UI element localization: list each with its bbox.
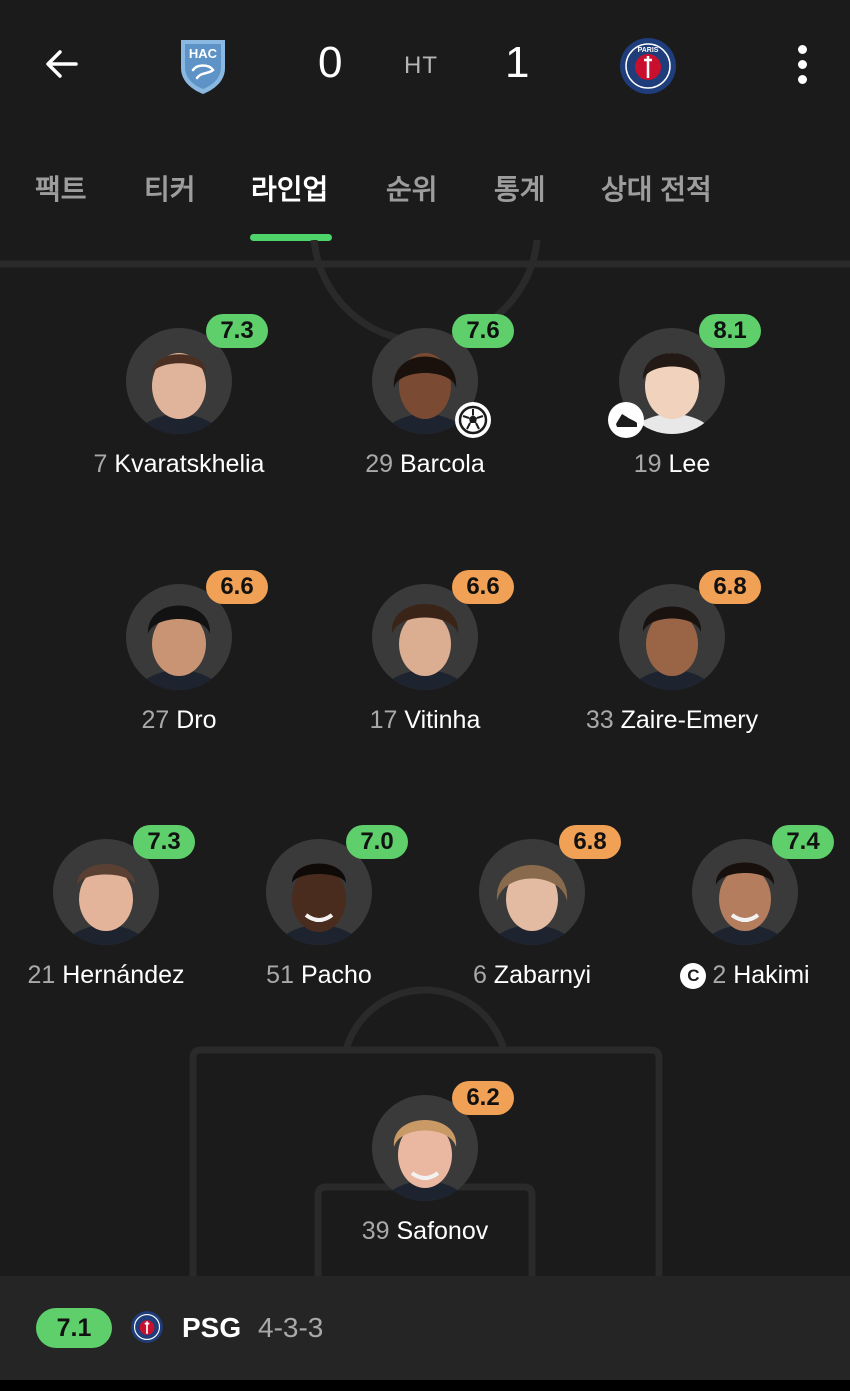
- player-name-text: Zabarnyi: [493, 961, 592, 989]
- away-team-logo[interactable]: PARIS: [618, 36, 678, 96]
- psg-logo-icon: [131, 1311, 163, 1343]
- player-card[interactable]: 7.4 C2 Hakimi: [635, 825, 850, 1009]
- player-card[interactable]: 6.6 27 Dro: [69, 570, 289, 754]
- tab-head-to-head[interactable]: 상대 전적: [601, 168, 712, 208]
- home-team-logo-text: HAC: [189, 46, 218, 61]
- away-team-logo-text: PARIS: [638, 47, 659, 54]
- player-name-text: Lee: [668, 450, 711, 478]
- player-rating: 6.6: [452, 570, 514, 604]
- player-number: 39: [361, 1217, 390, 1245]
- player-number: 27: [141, 706, 170, 734]
- pitch: 7.3 7 Kvaratskhelia 7.6 29 Barcola 8.1 1…: [0, 240, 850, 1276]
- arrow-left-icon: [46, 50, 78, 78]
- player-number: 33: [585, 706, 614, 734]
- player-card[interactable]: 7.6 29 Barcola: [315, 314, 535, 498]
- player-rating: 6.8: [559, 825, 621, 859]
- player-card[interactable]: 6.6 17 Vitinha: [315, 570, 535, 754]
- tab-stats[interactable]: 통계: [494, 168, 546, 208]
- player-number: 17: [369, 706, 398, 734]
- team-rating-badge: 7.1: [36, 1308, 112, 1348]
- player-name-text: Hernández: [62, 961, 185, 989]
- team-name: PSG: [182, 1312, 242, 1343]
- more-options-button[interactable]: [780, 36, 824, 92]
- player-name-text: Zaire-Emery: [620, 706, 759, 734]
- player-name: C2 Hakimi: [595, 961, 850, 990]
- assist-boot-icon: [608, 402, 644, 438]
- player-name: 33 Zaire-Emery: [522, 706, 822, 735]
- more-dot-icon: [797, 59, 807, 69]
- player-number: 29: [365, 450, 394, 478]
- player-name: 39 Safonov: [275, 1217, 575, 1246]
- player-rating: 6.6: [206, 570, 268, 604]
- player-rating: 7.6: [452, 314, 514, 348]
- player-rating: 7.0: [346, 825, 408, 859]
- player-name-text: Pacho: [300, 961, 372, 989]
- lineup-screen: HAC 0 HT 1 PARIS 팩트 티커 라인업 순위 통계 상대 전적 7…: [0, 0, 850, 1391]
- player-name-text: Hakimi: [733, 961, 810, 989]
- player-card[interactable]: 8.1 19 Lee: [562, 314, 782, 498]
- player-card[interactable]: 7.3 7 Kvaratskhelia: [69, 314, 289, 498]
- player-number: 51: [266, 961, 294, 989]
- match-status: HT: [404, 52, 438, 79]
- back-button[interactable]: [34, 36, 90, 92]
- player-number: 2: [712, 961, 727, 989]
- player-rating: 8.1: [699, 314, 761, 348]
- player-rating: 6.2: [452, 1081, 514, 1115]
- player-rating: 7.4: [772, 825, 834, 859]
- more-dot-icon: [797, 44, 807, 54]
- goal-ball-icon: [455, 402, 491, 438]
- player-name-text: Kvaratskhelia: [114, 450, 265, 478]
- system-nav-bar: [0, 1380, 850, 1391]
- tab-lineup[interactable]: 라인업: [251, 168, 328, 208]
- player-number: 6: [472, 961, 487, 989]
- player-rating: 6.8: [699, 570, 761, 604]
- away-score: 1: [505, 38, 530, 87]
- more-dot-icon: [797, 74, 807, 84]
- player-number: 7: [93, 450, 108, 478]
- player-rating: 7.3: [133, 825, 195, 859]
- player-name-text: Safonov: [396, 1217, 489, 1245]
- player-rating: 7.3: [206, 314, 268, 348]
- captain-badge: C: [680, 963, 707, 989]
- player-card[interactable]: 6.8 33 Zaire-Emery: [562, 570, 782, 754]
- player-name: 19 Lee: [522, 450, 822, 479]
- team-formation: 4-3-3: [258, 1312, 324, 1343]
- player-name-text: Dro: [176, 706, 217, 734]
- tab-bar: 팩트 티커 라인업 순위 통계 상대 전적: [0, 150, 850, 242]
- match-header: HAC 0 HT 1 PARIS: [0, 0, 850, 128]
- player-name-text: Barcola: [400, 450, 485, 478]
- home-team-logo[interactable]: HAC: [173, 36, 233, 96]
- player-name-text: Vitinha: [404, 706, 481, 734]
- tab-facts[interactable]: 팩트: [35, 168, 87, 208]
- team-summary-bar[interactable]: 7.1 PSG 4-3-3: [0, 1276, 850, 1380]
- player-card[interactable]: 6.2 39 Safonov: [315, 1081, 535, 1265]
- home-score: 0: [318, 38, 343, 87]
- player-number: 19: [633, 450, 662, 478]
- tab-ticker[interactable]: 티커: [144, 168, 196, 208]
- player-number: 21: [27, 961, 56, 989]
- tab-standings[interactable]: 순위: [386, 168, 438, 208]
